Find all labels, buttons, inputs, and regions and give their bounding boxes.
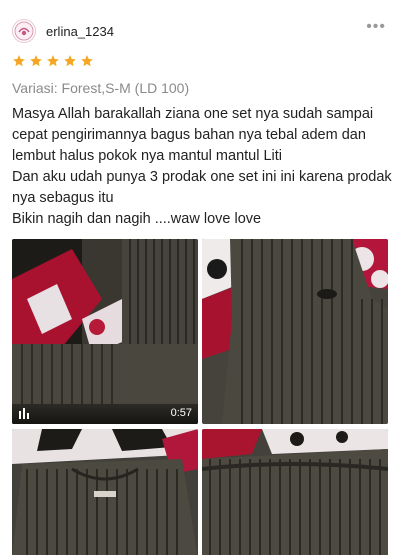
video-icon bbox=[19, 408, 29, 419]
star-icon bbox=[64, 55, 76, 67]
star-icon bbox=[30, 55, 42, 67]
review-line: cepat pengirimannya bagus bahan nya teba… bbox=[12, 127, 366, 143]
star-icon bbox=[13, 55, 25, 67]
photo-dark-outfit-on-rug bbox=[12, 239, 198, 424]
variant-label: Variasi: Forest,S-M (LD 100) bbox=[12, 80, 190, 96]
photo-pants-closeup bbox=[202, 429, 388, 555]
avatar-emblem-icon bbox=[14, 21, 34, 41]
username[interactable]: erlina_1234 bbox=[46, 24, 114, 39]
review-photo-thumbnail[interactable] bbox=[202, 429, 388, 555]
review-line: Dan aku udah punya 3 prodak one set ini … bbox=[12, 169, 392, 185]
photo-outfit-flat-lay bbox=[202, 239, 388, 424]
review-line: Bikin nagih dan nagih ....waw love love bbox=[12, 211, 262, 227]
video-overlay: 0:57 bbox=[12, 402, 198, 424]
photo-top-closeup bbox=[12, 429, 198, 555]
review-text: Masya Allah barakallah ziana one set nya… bbox=[12, 104, 392, 230]
video-duration: 0:57 bbox=[170, 407, 192, 419]
review-line: lembut halus pokok nya mantul mantul Lit… bbox=[12, 148, 283, 164]
review-photo-thumbnail[interactable] bbox=[202, 239, 388, 424]
star-rating bbox=[12, 54, 94, 68]
avatar[interactable] bbox=[12, 19, 36, 43]
star-icon bbox=[47, 55, 59, 67]
review-header: erlina_1234 ••• bbox=[12, 18, 388, 44]
star-icon bbox=[81, 55, 93, 67]
more-options-icon[interactable]: ••• bbox=[366, 18, 386, 36]
review-photo-thumbnail[interactable] bbox=[12, 429, 198, 555]
review-video-thumbnail[interactable]: 0:57 bbox=[12, 239, 198, 424]
review-line: nya sebagus itu bbox=[12, 190, 114, 206]
review-line: Masya Allah barakallah ziana one set nya… bbox=[12, 106, 374, 122]
